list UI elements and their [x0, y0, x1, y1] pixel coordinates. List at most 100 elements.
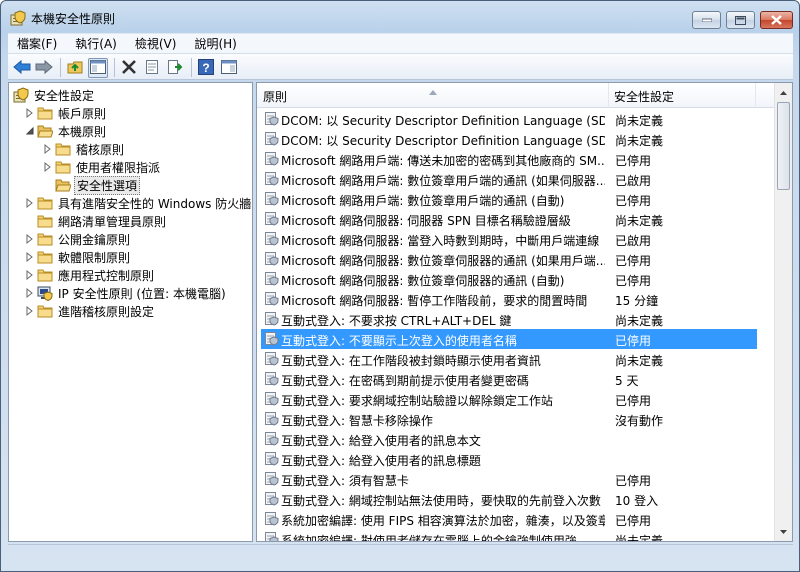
folder-icon	[37, 267, 53, 283]
tree-node-label: 網路清單管理員原則	[58, 215, 167, 229]
toolbar: ?	[8, 53, 793, 80]
table-row[interactable]: Microsoft 網路伺服器: 數位簽章伺服器的通訊 (如果用戶端... 已停用	[261, 249, 757, 269]
delete-button[interactable]	[119, 58, 139, 78]
collapsed-arrow-icon[interactable]	[25, 196, 35, 210]
arrow-left-icon	[13, 59, 31, 77]
collapsed-arrow-icon[interactable]	[25, 232, 35, 246]
collapsed-arrow-icon[interactable]	[25, 250, 35, 264]
menu-action[interactable]: 執行(A)	[66, 35, 126, 52]
tree-node[interactable]: 使用者權限指派	[9, 158, 252, 176]
table-row[interactable]: Microsoft 網路用戶端: 數位簽章用戶端的通訊 (如果伺服器... 已啟用	[261, 169, 757, 189]
policy-setting: 已停用	[615, 274, 652, 288]
policy-setting: 已停用	[615, 194, 652, 208]
table-row[interactable]: Microsoft 網路伺服器: 數位簽章伺服器的通訊 (自動) 已停用	[261, 269, 757, 289]
policy-name: Microsoft 網路伺服器: 伺服器 SPN 目標名稱驗證層級	[281, 214, 571, 228]
policy-setting: 尚未定義	[615, 134, 664, 148]
collapsed-arrow-icon[interactable]	[25, 268, 35, 282]
policy-icon	[264, 211, 279, 226]
table-row[interactable]: 互動式登入: 不要求按 CTRL+ALT+DEL 鍵 尚未定義	[261, 309, 757, 329]
menu-file[interactable]: 檔案(F)	[8, 35, 66, 52]
help-button[interactable]: ?	[196, 58, 216, 78]
policy-name: 互動式登入: 給登入使用者的訊息本文	[281, 434, 481, 448]
table-row[interactable]: Microsoft 網路伺服器: 伺服器 SPN 目標名稱驗證層級 尚未定義	[261, 209, 757, 229]
policy-setting: 5 天	[615, 374, 639, 388]
title-bar[interactable]: 本機安全性原則	[1, 1, 799, 33]
collapsed-arrow-icon[interactable]	[25, 304, 35, 318]
folder-icon	[37, 249, 53, 265]
table-row[interactable]: 互動式登入: 網域控制站無法使用時，要快取的先前登入次數 10 登入	[261, 489, 757, 509]
policy-setting: 尚未定義	[615, 314, 664, 328]
collapsed-arrow-icon[interactable]	[43, 160, 53, 174]
policy-name: Microsoft 網路用戶端: 傳送未加密的密碼到其他廠商的 SM...	[281, 154, 605, 168]
table-row[interactable]: 互動式登入: 不要顯示上次登入的使用者名稱 已停用	[261, 329, 757, 349]
properties-button[interactable]	[142, 58, 162, 78]
table-row[interactable]: 系統加密編譯: 對使用者儲存在電腦上的金鑰強制使用強 尚未定義	[261, 529, 757, 542]
table-row[interactable]: 互動式登入: 給登入使用者的訊息標題	[261, 449, 757, 469]
policy-icon	[264, 411, 279, 426]
menu-view[interactable]: 檢視(V)	[126, 35, 186, 52]
console-tree[interactable]: 安全性設定 帳戶原則 本機原則 稽核原則 使用者權限指派 安全性選項具有進階安全性的 Wi…	[8, 82, 253, 542]
tree-node[interactable]: 稽核原則	[9, 140, 252, 158]
table-row[interactable]: 互動式登入: 須有智慧卡 已停用	[261, 469, 757, 489]
policy-icon	[264, 291, 279, 306]
policy-name: Microsoft 網路伺服器: 數位簽章伺服器的通訊 (如果用戶端...	[281, 254, 605, 268]
table-row[interactable]: DCOM: 以 Security Descriptor Definition L…	[261, 109, 757, 129]
table-row[interactable]: 互動式登入: 要求網域控制站驗證以解除鎖定工作站 已停用	[261, 389, 757, 409]
tree-node[interactable]: 帳戶原則	[9, 104, 252, 122]
collapsed-arrow-icon[interactable]	[43, 142, 53, 156]
vertical-scrollbar[interactable]	[774, 83, 792, 541]
policy-icon	[264, 191, 279, 206]
tree-node[interactable]: IP 安全性原則 (位置: 本機電腦)	[9, 284, 252, 302]
tree-node[interactable]: 網路清單管理員原則	[9, 212, 252, 230]
forward-button[interactable]	[34, 58, 54, 78]
table-row[interactable]: 互動式登入: 在密碼到期前提示使用者變更密碼 5 天	[261, 369, 757, 389]
shield-icon	[13, 87, 29, 103]
tree-node[interactable]: 進階稽核原則設定	[9, 302, 252, 320]
table-row[interactable]: Microsoft 網路用戶端: 傳送未加密的密碼到其他廠商的 SM... 已停用	[261, 149, 757, 169]
expanded-arrow-icon[interactable]	[25, 124, 35, 138]
back-button[interactable]	[12, 58, 32, 78]
tree-node[interactable]: 應用程式控制原則	[9, 266, 252, 284]
action-pane-icon	[221, 59, 237, 77]
table-row[interactable]: Microsoft 網路伺服器: 暫停工作階段前，要求的閒置時間 15 分鐘	[261, 289, 757, 309]
table-row[interactable]: Microsoft 網路伺服器: 當登入時數到期時，中斷用戶端連線 已啟用	[261, 229, 757, 249]
show-action-pane-button[interactable]	[219, 58, 239, 78]
delete-x-icon	[121, 59, 137, 78]
policy-name: 系統加密編譯: 對使用者儲存在電腦上的金鑰強制使用強	[281, 534, 577, 542]
tree-node[interactable]: 具有進階安全性的 Windows 防火牆	[9, 194, 252, 212]
tree-node[interactable]: 本機原則	[9, 122, 252, 140]
table-row[interactable]: DCOM: 以 Security Descriptor Definition L…	[261, 129, 757, 149]
column-header-setting[interactable]: 安全性設定	[614, 88, 674, 105]
tree-node[interactable]: 安全性設定	[9, 86, 252, 104]
policy-icon	[264, 351, 279, 366]
tree-node-label: 具有進階安全性的 Windows 防火牆	[58, 197, 252, 211]
table-row[interactable]: Microsoft 網路用戶端: 數位簽章用戶端的通訊 (自動) 已停用	[261, 189, 757, 209]
scroll-down-arrow[interactable]	[775, 523, 792, 540]
menu-help[interactable]: 說明(H)	[185, 35, 245, 52]
policy-list[interactable]: 原則 安全性設定 DCOM: 以 Security Descriptor Def…	[256, 82, 793, 542]
table-row[interactable]: 系統加密編譯: 使用 FIPS 相容演算法於加密，雜湊，以及簽章 已停用	[261, 509, 757, 529]
policy-name: 互動式登入: 須有智慧卡	[281, 474, 409, 488]
collapsed-arrow-icon[interactable]	[25, 106, 35, 120]
policy-name: Microsoft 網路用戶端: 數位簽章用戶端的通訊 (自動)	[281, 194, 565, 208]
column-header-policy[interactable]: 原則	[263, 88, 287, 105]
maximize-button[interactable]	[726, 11, 755, 29]
policy-name: 互動式登入: 在密碼到期前提示使用者變更密碼	[281, 374, 529, 388]
tree-node[interactable]: 軟體限制原則	[9, 248, 252, 266]
scroll-up-arrow[interactable]	[775, 84, 792, 101]
table-row[interactable]: 互動式登入: 在工作階段被封鎖時顯示使用者資訊 尚未定義	[261, 349, 757, 369]
policy-icon	[264, 331, 279, 346]
tree-node[interactable]: 安全性選項	[9, 176, 252, 195]
show-hide-tree-button[interactable]	[88, 58, 108, 78]
scrollbar-thumb[interactable]	[777, 102, 790, 190]
up-level-button[interactable]	[65, 58, 85, 78]
sort-ascending-icon	[429, 84, 437, 95]
table-row[interactable]: 互動式登入: 給登入使用者的訊息本文	[261, 429, 757, 449]
tree-node[interactable]: 公開金鑰原則	[9, 230, 252, 248]
close-button[interactable]	[760, 11, 793, 29]
policy-name: 互動式登入: 網域控制站無法使用時，要快取的先前登入次數	[281, 494, 601, 508]
minimize-button[interactable]	[692, 11, 721, 29]
table-row[interactable]: 互動式登入: 智慧卡移除操作 沒有動作	[261, 409, 757, 429]
collapsed-arrow-icon[interactable]	[25, 286, 35, 300]
export-list-button[interactable]	[165, 58, 185, 78]
